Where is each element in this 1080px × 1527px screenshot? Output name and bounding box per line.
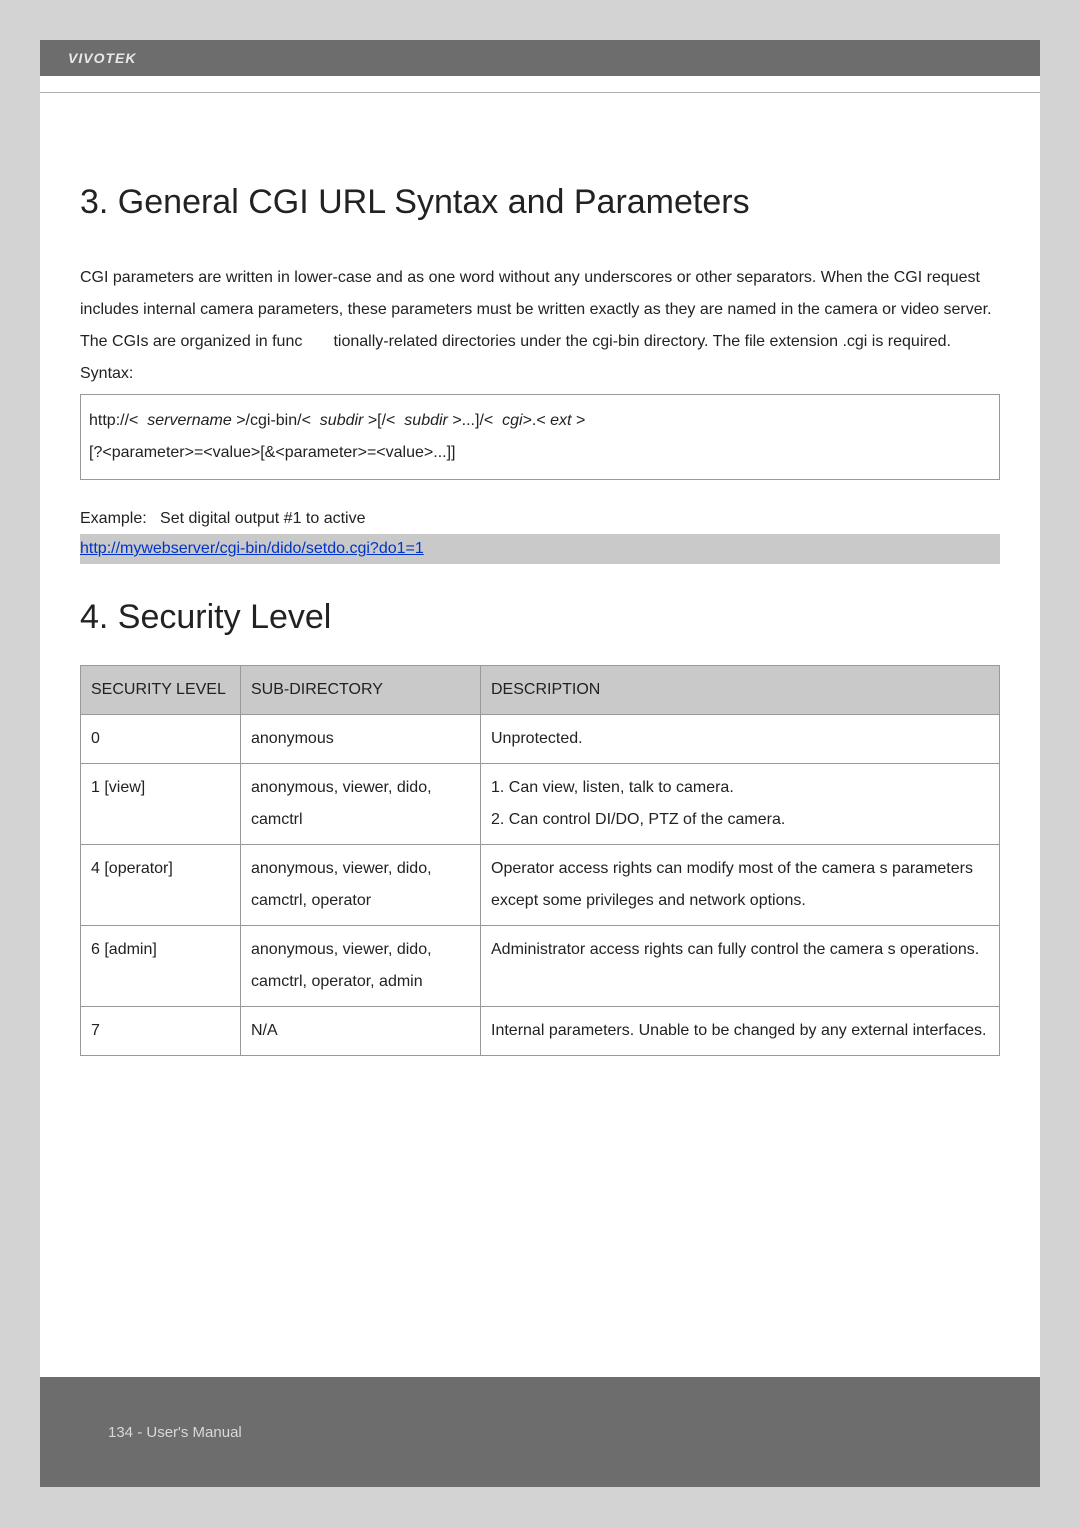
cell-subdir: anonymous, viewer, dido, camctrl, operat… (241, 845, 481, 926)
cell-subdir: anonymous (241, 715, 481, 764)
section-4-heading: 4. Security Level (80, 598, 1000, 637)
content-area: 3. General CGI URL Syntax and Parameters… (40, 183, 1040, 1056)
brand-text: VIVOTEK (68, 50, 136, 66)
table-header-row: SECURITY LEVEL SUB-DIRECTORY DESCRIPTION (81, 666, 1000, 715)
footer-bar: 134 - User's Manual (40, 1377, 1040, 1487)
example-link-row: http://mywebserver/cgi-bin/dido/setdo.cg… (80, 534, 1000, 564)
syntax-text: >[/< (363, 412, 404, 429)
example-link[interactable]: http://mywebserver/cgi-bin/dido/setdo.cg… (80, 536, 424, 562)
cell-subdir: N/A (241, 1007, 481, 1056)
cell-level: 1 [view] (81, 764, 241, 845)
cell-desc: Internal parameters. Unable to be change… (481, 1007, 1000, 1056)
header-divider (40, 92, 1040, 93)
table-row: 7 N/A Internal parameters. Unable to be … (81, 1007, 1000, 1056)
th-security-level: SECURITY LEVEL (81, 666, 241, 715)
syntax-line-1: http://< servername >/cgi-bin/< subdir >… (89, 405, 991, 437)
security-table: SECURITY LEVEL SUB-DIRECTORY DESCRIPTION… (80, 665, 1000, 1056)
header-bar: VIVOTEK (40, 40, 1040, 76)
cell-level: 6 [admin] (81, 926, 241, 1007)
cell-desc: Administrator access rights can fully co… (481, 926, 1000, 1007)
syntax-line-2: [?<parameter>=<value>[&<parameter>=<valu… (89, 437, 991, 469)
section-3-paragraph: CGI parameters are written in lower-case… (80, 262, 1000, 358)
syntax-text: http://< (89, 412, 147, 429)
footer-text: 134 - User's Manual (108, 1424, 242, 1441)
cell-level: 0 (81, 715, 241, 764)
cell-desc: Unprotected. (481, 715, 1000, 764)
table-row: 1 [view] anonymous, viewer, dido, camctr… (81, 764, 1000, 845)
example-label: Example: Set digital output #1 to active (80, 510, 1000, 528)
syntax-cgi: cgi (502, 412, 522, 429)
syntax-text: >...]/< (448, 412, 502, 429)
th-description: DESCRIPTION (481, 666, 1000, 715)
syntax-box: http://< servername >/cgi-bin/< subdir >… (80, 394, 1000, 480)
syntax-ext: ext (550, 412, 571, 429)
table-row: 4 [operator] anonymous, viewer, dido, ca… (81, 845, 1000, 926)
cell-level: 7 (81, 1007, 241, 1056)
th-sub-directory: SUB-DIRECTORY (241, 666, 481, 715)
syntax-text: >/cgi-bin/< (232, 412, 320, 429)
cell-desc: Operator access rights can modify most o… (481, 845, 1000, 926)
syntax-subdir: subdir (404, 412, 448, 429)
cell-subdir: anonymous, viewer, dido, camctrl, operat… (241, 926, 481, 1007)
cell-subdir: anonymous, viewer, dido, camctrl (241, 764, 481, 845)
table-row: 6 [admin] anonymous, viewer, dido, camct… (81, 926, 1000, 1007)
syntax-text: >.< (523, 412, 551, 429)
syntax-label: Syntax: (80, 358, 1000, 390)
page: VIVOTEK 3. General CGI URL Syntax and Pa… (40, 40, 1040, 1487)
cell-level: 4 [operator] (81, 845, 241, 926)
cell-desc: 1. Can view, listen, talk to camera.2. C… (481, 764, 1000, 845)
section-3-heading: 3. General CGI URL Syntax and Parameters (80, 183, 1000, 222)
syntax-text: > (572, 412, 586, 429)
syntax-subdir: subdir (320, 412, 364, 429)
syntax-servername: servername (147, 412, 231, 429)
table-row: 0 anonymous Unprotected. (81, 715, 1000, 764)
